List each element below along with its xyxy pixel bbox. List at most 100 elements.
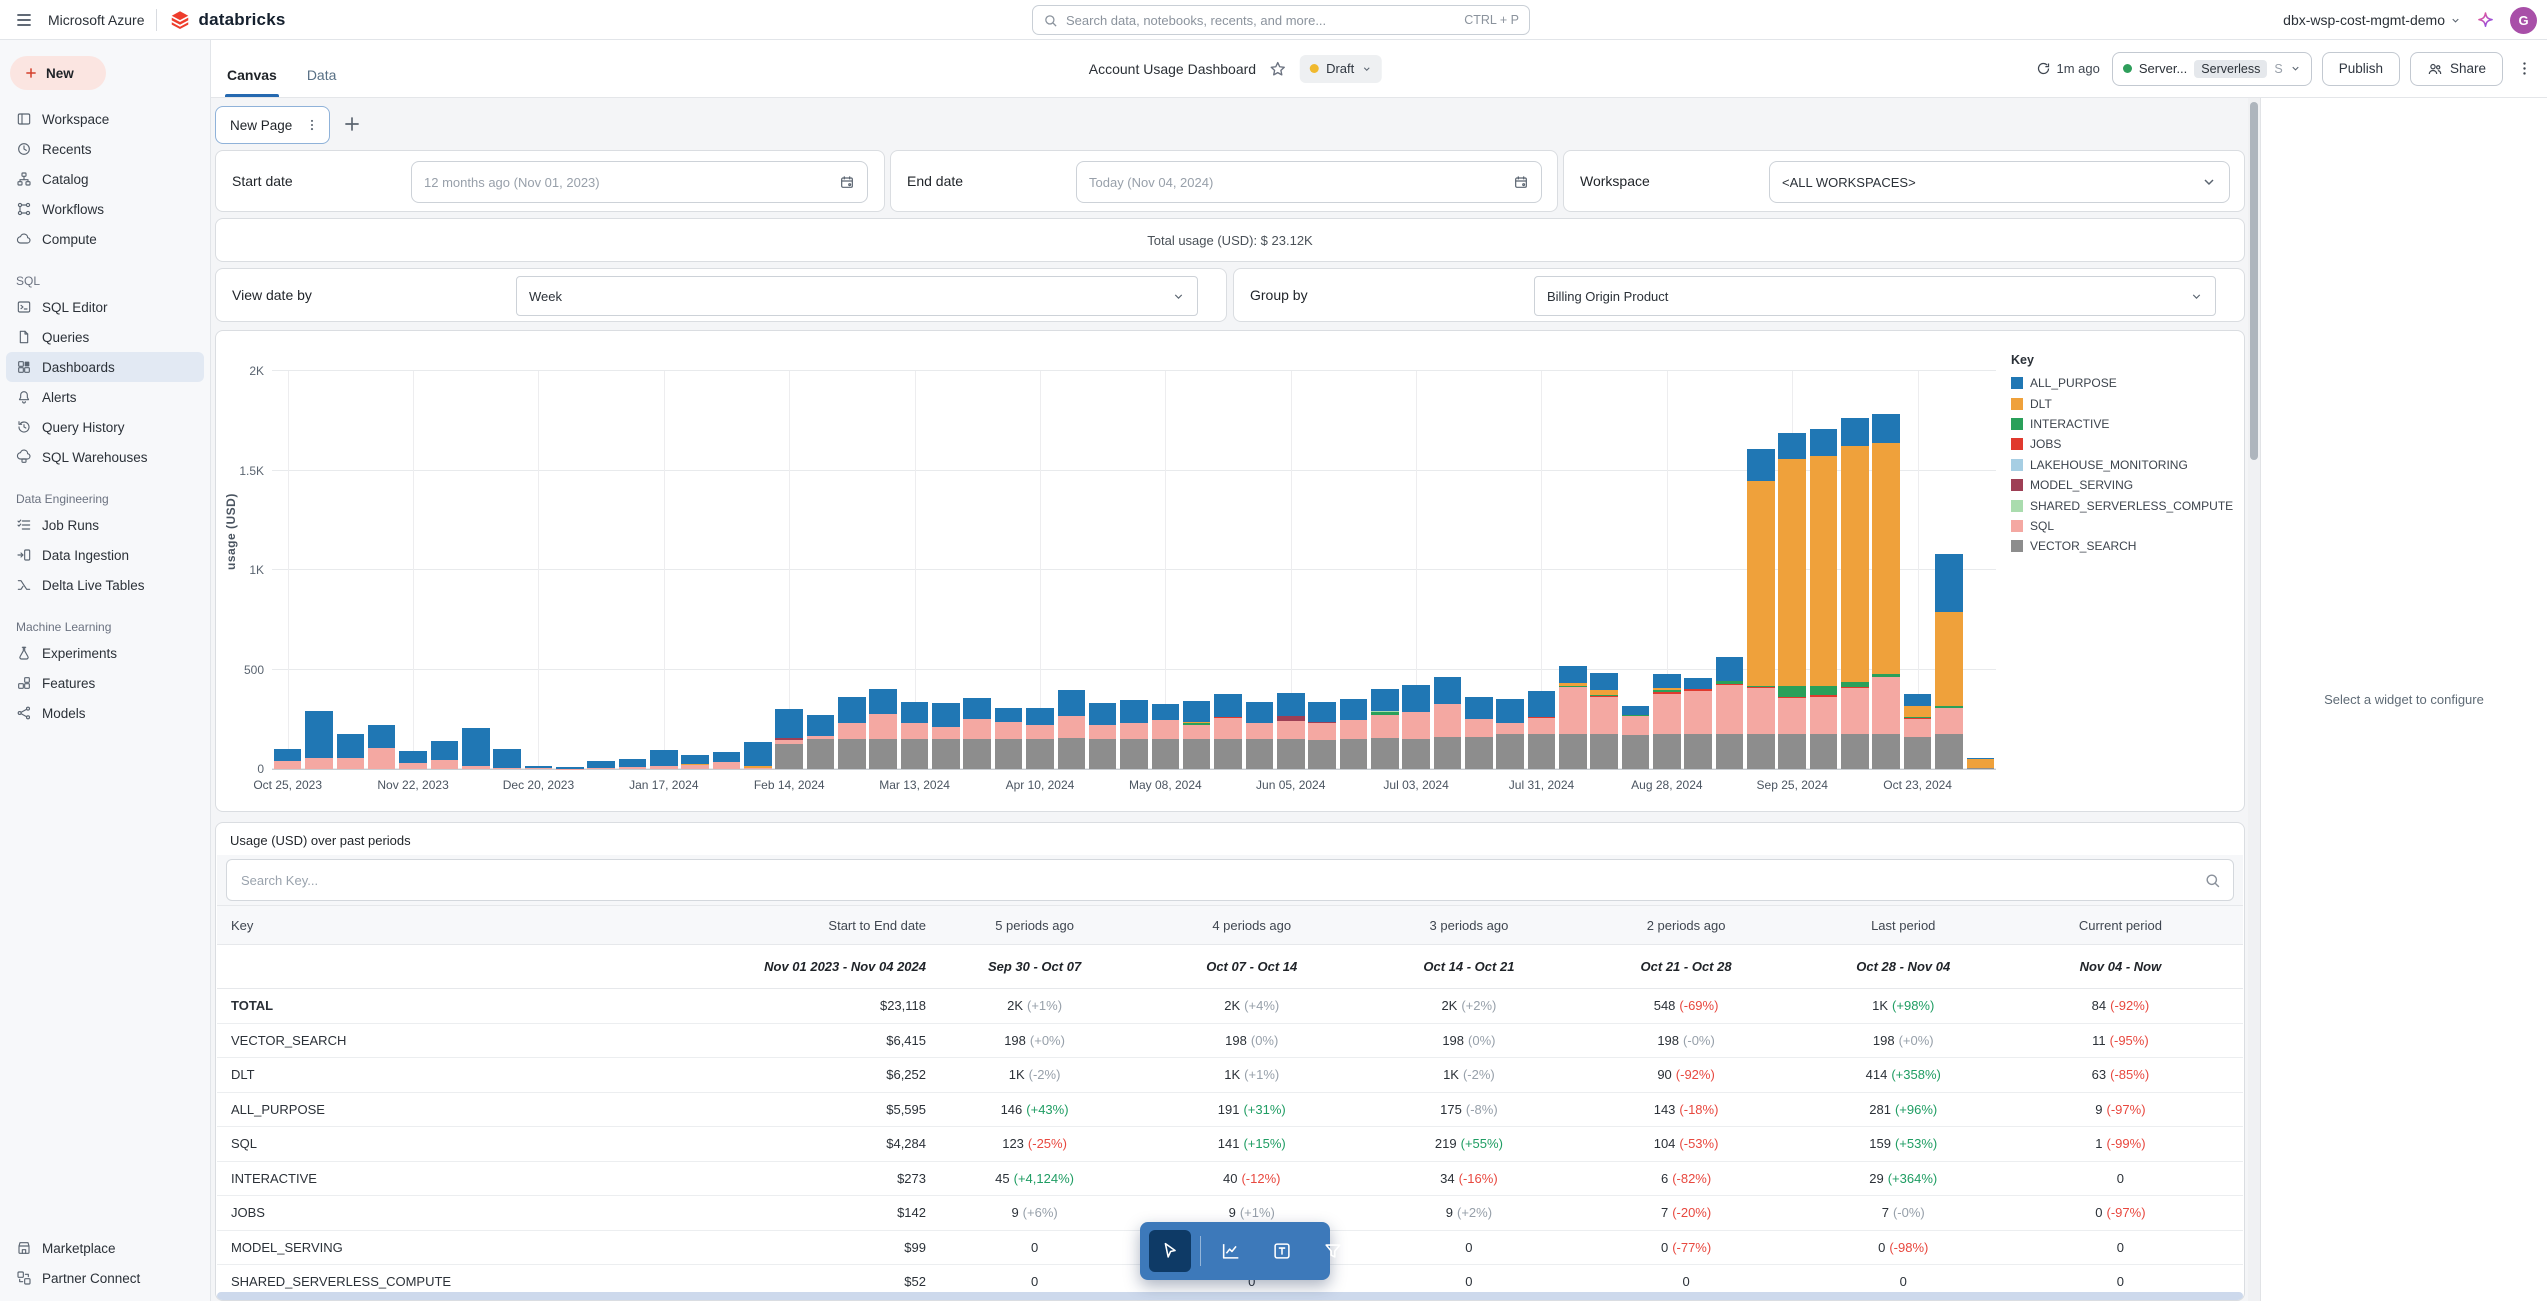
bar-jun-05-2024[interactable] <box>1276 371 1305 769</box>
bar-jul-31-2024[interactable] <box>1527 371 1556 769</box>
sidebar-item-alerts[interactable]: Alerts <box>6 382 204 412</box>
bar-jul-24-2024[interactable] <box>1496 371 1524 769</box>
search-icon[interactable] <box>2204 872 2221 889</box>
legend-item-jobs[interactable]: JOBS <box>2011 434 2236 454</box>
bar-dec-06-2023[interactable] <box>461 371 490 769</box>
bar-may-01-2024[interactable] <box>1120 371 1148 769</box>
view-date-by-select[interactable]: Week <box>516 276 1198 316</box>
bar-aug-21-2024[interactable] <box>1621 371 1650 769</box>
bar-apr-17-2024[interactable] <box>1057 371 1086 769</box>
workspace-switcher[interactable]: dbx-wsp-cost-mgmt-demo <box>2283 12 2461 28</box>
bar-jun-19-2024[interactable] <box>1339 371 1368 769</box>
legend-item-vector-search[interactable]: VECTOR_SEARCH <box>2011 536 2236 556</box>
legend-item-interactive[interactable]: INTERACTIVE <box>2011 414 2236 434</box>
bar-nov-15-2023[interactable] <box>367 371 396 769</box>
column-header-3-periods-ago[interactable]: 3 periods ago <box>1360 918 1577 933</box>
canvas-scrollbar-thumb[interactable] <box>2250 102 2258 460</box>
favorite-star-icon[interactable] <box>1269 60 1287 78</box>
bar-sep-18-2024[interactable] <box>1747 371 1775 769</box>
column-header-4-periods-ago[interactable]: 4 periods ago <box>1143 918 1360 933</box>
workspace-filter-select[interactable]: <ALL WORKSPACES> <box>1769 161 2230 203</box>
sidebar-item-data-ingestion[interactable]: Data Ingestion <box>6 540 204 570</box>
hamburger-menu-icon[interactable] <box>14 10 34 30</box>
bar-feb-21-2024[interactable] <box>806 371 835 769</box>
refresh-control[interactable]: 1m ago <box>2036 61 2100 76</box>
bar-jan-31-2024[interactable] <box>712 371 741 769</box>
bar-aug-07-2024[interactable] <box>1559 371 1587 769</box>
bar-feb-28-2024[interactable] <box>838 371 866 769</box>
bar-oct-25-2023[interactable] <box>273 371 302 769</box>
bar-may-29-2024[interactable] <box>1245 371 1274 769</box>
sidebar-item-experiments[interactable]: Experiments <box>6 638 204 668</box>
add-filter-button[interactable] <box>1312 1230 1354 1272</box>
sidebar-item-sql-editor[interactable]: SQL Editor <box>6 292 204 322</box>
bar-nov-01-2023[interactable] <box>305 371 333 769</box>
bar-jul-17-2024[interactable] <box>1465 371 1493 769</box>
legend-item-sql[interactable]: SQL <box>2011 516 2236 536</box>
bar-apr-10-2024[interactable] <box>1026 371 1054 769</box>
group-by-select[interactable]: Billing Origin Product <box>1534 276 2216 316</box>
legend-item-shared-serverless-compute[interactable]: SHARED_SERVERLESS_COMPUTE <box>2011 495 2236 515</box>
sidebar-item-models[interactable]: Models <box>6 698 204 728</box>
bar-apr-24-2024[interactable] <box>1088 371 1117 769</box>
table-row-vector-search[interactable]: VECTOR_SEARCH $6,415 198 (+0%) 198 (0%) 198 (0%… <box>217 1024 2243 1058</box>
bar-jan-24-2024[interactable] <box>681 371 709 769</box>
column-header-2-periods-ago[interactable]: 2 periods ago <box>1578 918 1795 933</box>
column-header-last-period[interactable]: Last period <box>1795 918 2012 933</box>
sidebar-item-workflows[interactable]: Workflows <box>6 194 204 224</box>
legend-item-dlt[interactable]: DLT <box>2011 393 2236 413</box>
bar-nov-29-2023[interactable] <box>430 371 459 769</box>
bar-sep-11-2024[interactable] <box>1715 371 1744 769</box>
bar-dec-27-2023[interactable] <box>555 371 584 769</box>
bar-oct-09-2024[interactable] <box>1841 371 1869 769</box>
sidebar-item-dashboards[interactable]: Dashboards <box>6 352 204 382</box>
bar-dec-20-2023[interactable] <box>524 371 553 769</box>
bar-jan-10-2024[interactable] <box>618 371 647 769</box>
bar-oct-02-2024[interactable] <box>1809 371 1838 769</box>
bar-apr-03-2024[interactable] <box>994 371 1023 769</box>
sidebar-item-catalog[interactable]: Catalog <box>6 164 204 194</box>
sidebar-item-features[interactable]: Features <box>6 668 204 698</box>
sidebar-item-job-runs[interactable]: Job Runs <box>6 510 204 540</box>
sidebar-item-recents[interactable]: Recents <box>6 134 204 164</box>
bar-oct-30-2024[interactable] <box>1935 371 1963 769</box>
sidebar-item-sql-warehouses[interactable]: SQL Warehouses <box>6 442 204 472</box>
start-date-input[interactable]: 12 months ago (Nov 01, 2023) <box>411 161 868 203</box>
share-button[interactable]: Share <box>2409 51 2503 86</box>
add-chart-button[interactable] <box>1210 1230 1252 1272</box>
sidebar-item-compute[interactable]: Compute <box>6 224 204 254</box>
usage-chart-widget[interactable]: usage (USD) 0 500 1K 1.5K 2K Oct 25, 2023 Nov … <box>215 330 2245 812</box>
bar-aug-28-2024[interactable] <box>1653 371 1681 769</box>
draft-status-chip[interactable]: Draft <box>1300 54 1382 83</box>
bar-mar-27-2024[interactable] <box>963 371 992 769</box>
publish-button[interactable]: Publish <box>2321 51 2400 86</box>
bar-nov-04-2024[interactable] <box>1966 371 1995 769</box>
bar-jun-12-2024[interactable] <box>1308 371 1336 769</box>
sidebar-item-queries[interactable]: Queries <box>6 322 204 352</box>
table-row-all-purpose[interactable]: ALL_PURPOSE $5,595 146 (+43%) 191 (+31%) 175 (-… <box>217 1093 2243 1127</box>
bar-jul-03-2024[interactable] <box>1402 371 1430 769</box>
bar-mar-06-2024[interactable] <box>869 371 898 769</box>
kebab-menu-icon[interactable] <box>2513 52 2535 86</box>
legend-item-lakehouse-monitoring[interactable]: LAKEHOUSE_MONITORING <box>2011 455 2236 475</box>
canvas-scrollbar-track[interactable] <box>2248 98 2260 1301</box>
select-cursor-button[interactable] <box>1149 1230 1191 1272</box>
sidebar-item-marketplace[interactable]: Marketplace <box>6 1233 204 1263</box>
add-page-icon[interactable] <box>342 114 362 134</box>
column-header-key[interactable]: Key <box>231 918 681 933</box>
assistant-sparkle-icon[interactable] <box>2475 10 2496 31</box>
bar-jan-17-2024[interactable] <box>650 371 678 769</box>
end-date-input[interactable]: Today (Nov 04, 2024) <box>1076 161 1542 203</box>
table-row-sql[interactable]: SQL $4,284 123 (-25%) 141 (+15%) 219 (+55%) 104(… <box>217 1127 2243 1162</box>
table-search-input[interactable] <box>227 860 2233 900</box>
databricks-logo[interactable]: databricks <box>169 9 285 31</box>
bar-mar-20-2024[interactable] <box>932 371 960 769</box>
column-header-current-period[interactable]: Current period <box>2012 918 2229 933</box>
new-page-tab[interactable]: New Page <box>215 106 330 144</box>
bar-feb-07-2024[interactable] <box>744 371 772 769</box>
table-horizontal-scrollbar[interactable] <box>217 1292 2243 1300</box>
sidebar-item-query-history[interactable]: Query History <box>6 412 204 442</box>
table-row-dlt[interactable]: DLT $6,252 1K (-2%) 1K (+1%) 1K (-2%) 90 (-92%) 41… <box>217 1058 2243 1093</box>
bar-jan-03-2024[interactable] <box>587 371 615 769</box>
new-button[interactable]: New <box>10 56 106 90</box>
